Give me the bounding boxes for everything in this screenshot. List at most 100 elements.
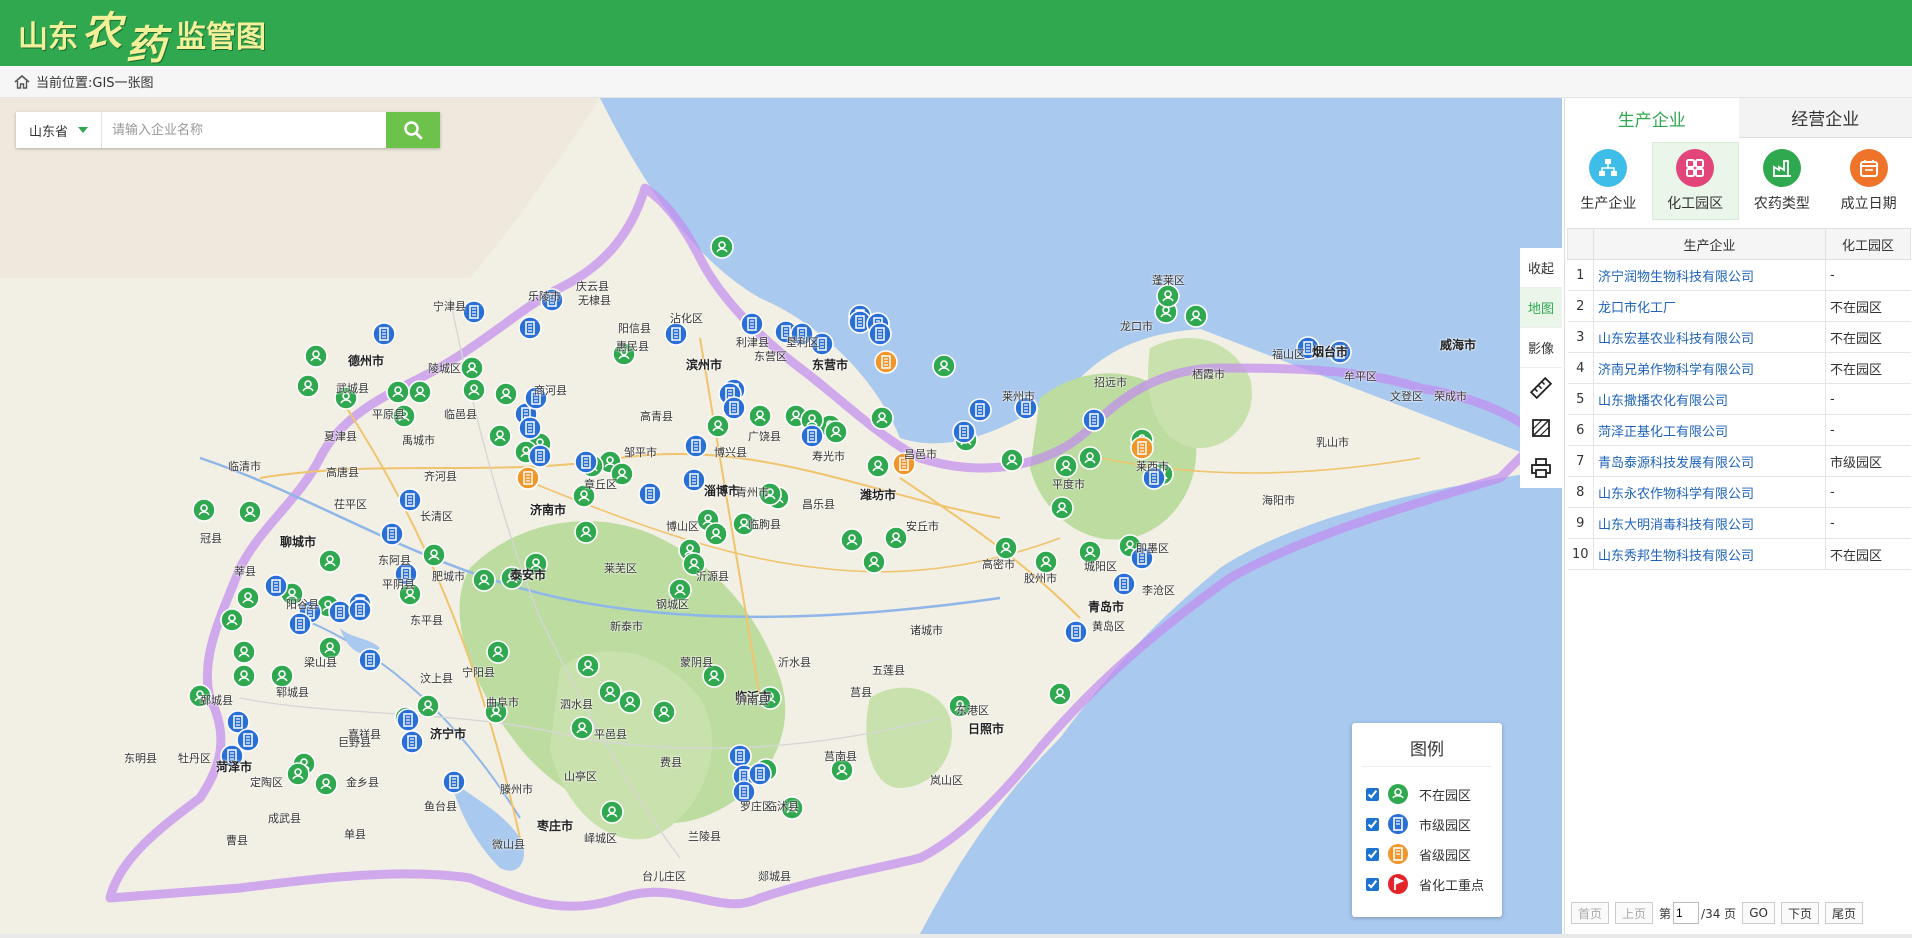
person-pin-icon[interactable] [824,420,848,444]
person-pin-icon[interactable] [652,700,676,724]
building-pin-icon[interactable] [518,316,542,340]
person-pin-icon[interactable] [870,406,894,430]
table-header-park[interactable]: 化工园区 [1824,228,1912,260]
person-pin-icon[interactable] [574,520,598,544]
person-pin-icon[interactable] [1054,454,1078,478]
person-pin-icon[interactable] [748,404,772,428]
legend-checkbox[interactable] [1366,877,1379,891]
building-pin-icon[interactable] [462,300,486,324]
table-row[interactable]: 3 山东宏基农业科技有限公司 不在园区 [1567,321,1911,353]
go-button[interactable]: GO [1742,902,1775,924]
table-row[interactable]: 4 济南兄弟作物科学有限公司 不在园区 [1567,352,1911,384]
person-pin-icon[interactable] [598,680,622,704]
building-pin-icon[interactable] [358,648,382,672]
person-pin-icon[interactable] [866,454,890,478]
person-pin-icon[interactable] [1156,284,1180,308]
building-pin-icon[interactable] [380,522,404,546]
category-established-date[interactable]: 成立日期 [1825,142,1912,220]
tab-production[interactable]: 生产企业 [1565,98,1739,138]
building-pin-icon[interactable] [968,398,992,422]
imagery-view-button[interactable]: 影像 [1520,328,1562,368]
building-pin-icon[interactable] [516,466,540,490]
prev-page-button[interactable]: 上页 [1615,902,1654,924]
person-pin-icon[interactable] [314,772,338,796]
building-pin-icon[interactable] [868,322,892,346]
building-pin-icon[interactable] [288,612,312,636]
table-row[interactable]: 8 山东永农作物科学有限公司 - [1567,476,1911,508]
building-pin-icon[interactable] [400,730,424,754]
person-pin-icon[interactable] [238,500,262,524]
building-pin-icon[interactable] [664,322,688,346]
table-row[interactable]: 9 山东大明消毒科技有限公司 - [1567,507,1911,539]
page-number-input[interactable] [1673,902,1700,924]
enterprise-link[interactable]: 济南兄弟作物科学有限公司 [1598,363,1754,378]
person-pin-icon[interactable] [932,354,956,378]
map-canvas[interactable]: 德州市 聊城市 济南市 泰安市 滨州市 东营市 淄博市 潍坊市 烟台市 威海市 … [0,98,1562,934]
person-pin-icon[interactable] [462,378,486,402]
person-pin-icon[interactable] [318,549,342,573]
person-pin-icon[interactable] [862,550,886,574]
person-pin-icon[interactable] [408,380,432,404]
table-header-enterprise[interactable]: 生产企业 [1593,228,1826,260]
person-pin-icon[interactable] [286,762,310,786]
first-page-button[interactable]: 首页 [1571,902,1610,924]
building-pin-icon[interactable] [518,416,542,440]
building-pin-icon[interactable] [528,444,552,468]
person-pin-icon[interactable] [1050,496,1074,520]
category-chemical-park[interactable]: 化工园区 [1651,142,1739,220]
print-button[interactable] [1520,448,1562,488]
building-pin-icon[interactable] [398,488,422,512]
person-pin-icon[interactable] [386,380,410,404]
building-pin-icon[interactable] [1130,436,1154,460]
enterprise-link[interactable]: 山东撒播农化有限公司 [1598,394,1728,409]
person-pin-icon[interactable] [576,654,600,678]
person-pin-icon[interactable] [236,586,260,610]
person-pin-icon[interactable] [600,800,624,824]
building-pin-icon[interactable] [442,770,466,794]
person-pin-icon[interactable] [304,344,328,368]
building-pin-icon[interactable] [372,322,396,346]
category-pesticide-type[interactable]: 农药类型 [1739,142,1826,220]
table-row[interactable]: 2 龙口市化工厂 不在园区 [1567,290,1911,322]
person-pin-icon[interactable] [706,414,730,438]
collapse-button[interactable]: 收起 [1520,248,1562,288]
legend-checkbox[interactable] [1366,817,1379,831]
person-pin-icon[interactable] [472,568,496,592]
building-pin-icon[interactable] [328,600,352,624]
enterprise-link[interactable]: 济宁润物生物科技有限公司 [1598,270,1754,285]
person-pin-icon[interactable] [618,690,642,714]
search-input[interactable] [102,112,386,148]
building-pin-icon[interactable] [952,420,976,444]
horizontal-scrollbar[interactable] [0,934,1912,938]
person-pin-icon[interactable] [488,424,512,448]
last-page-button[interactable]: 尾页 [1824,902,1863,924]
enterprise-link[interactable]: 山东宏基农业科技有限公司 [1598,332,1754,347]
map-view-button[interactable]: 地图 [1520,288,1562,328]
person-pin-icon[interactable] [570,716,594,740]
table-row[interactable]: 5 山东撒播农化有限公司 - [1567,383,1911,415]
person-pin-icon[interactable] [1000,448,1024,472]
enterprise-link[interactable]: 山东秀邦生物科技有限公司 [1598,549,1754,564]
region-select[interactable]: 山东省 [16,112,102,148]
enterprise-link[interactable]: 菏泽正基化工有限公司 [1598,425,1728,440]
search-button[interactable] [386,112,440,148]
enterprise-link[interactable]: 龙口市化工厂 [1598,301,1676,316]
building-pin-icon[interactable] [684,434,708,458]
person-pin-icon[interactable] [416,694,440,718]
building-pin-icon[interactable] [874,350,898,374]
person-pin-icon[interactable] [296,374,320,398]
person-pin-icon[interactable] [710,235,734,259]
tab-business[interactable]: 经营企业 [1738,98,1912,138]
building-pin-icon[interactable] [264,574,288,598]
building-pin-icon[interactable] [722,396,746,420]
measure-area-button[interactable] [1520,408,1562,448]
person-pin-icon[interactable] [704,522,728,546]
person-pin-icon[interactable] [220,608,244,632]
legend-checkbox[interactable] [1366,847,1379,861]
measure-distance-button[interactable] [1520,368,1562,408]
table-row[interactable]: 10 山东秀邦生物科技有限公司 不在园区 [1567,538,1911,570]
building-pin-icon[interactable] [1082,408,1106,432]
table-row[interactable]: 7 青岛泰源科技发展有限公司 市级园区 [1567,445,1911,477]
building-pin-icon[interactable] [348,598,372,622]
table-row[interactable]: 6 菏泽正基化工有限公司 - [1567,414,1911,446]
